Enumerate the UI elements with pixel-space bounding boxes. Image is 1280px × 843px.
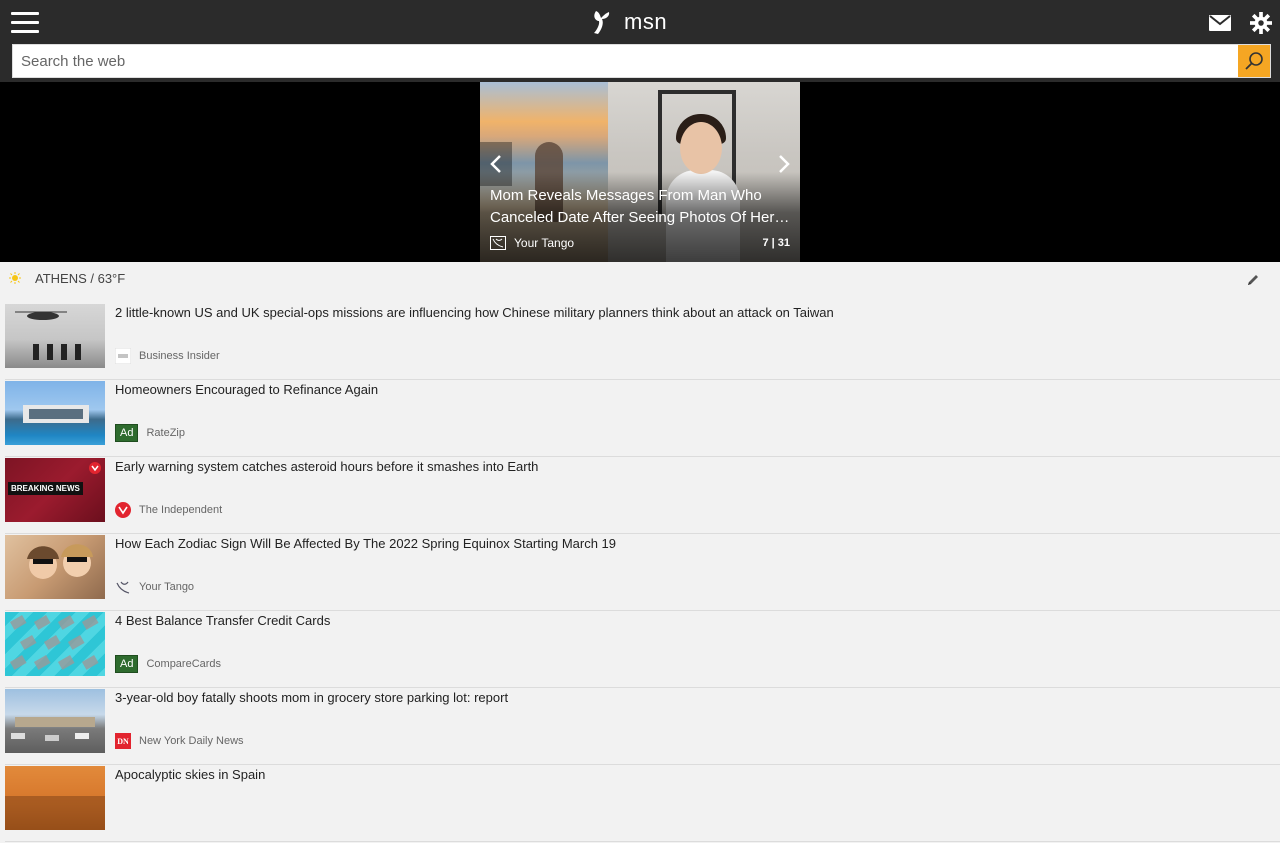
list-item[interactable]: Homeowners Encouraged to Refinance Again… xyxy=(5,381,1280,457)
weather-location-temp[interactable]: ATHENS / 63°F xyxy=(35,271,125,286)
article-source: Business Insider xyxy=(139,350,220,362)
search-icon xyxy=(1245,52,1263,70)
article-meta: The Independent xyxy=(115,502,222,518)
carousel-next-button[interactable] xyxy=(768,142,800,186)
your-tango-logo-icon xyxy=(115,579,131,595)
search-input[interactable] xyxy=(13,45,1239,77)
article-source: CompareCards xyxy=(146,658,222,670)
list-item[interactable]: 3-year-old boy fatally shoots mom in gro… xyxy=(5,689,1280,765)
hero-headline[interactable]: Mom Reveals Messages From Man Who Cancel… xyxy=(490,185,790,229)
article-headline[interactable]: 4 Best Balance Transfer Credit Cards xyxy=(115,613,330,628)
brand-name: msn xyxy=(624,9,668,34)
article-headline[interactable]: 3-year-old boy fatally shoots mom in gro… xyxy=(115,690,508,705)
article-thumbnail xyxy=(5,766,105,830)
search-button[interactable] xyxy=(1238,45,1270,77)
article-headline[interactable]: Apocalyptic skies in Spain xyxy=(115,767,265,782)
list-item[interactable]: How Each Zodiac Sign Will Be Affected By… xyxy=(5,535,1280,611)
hero-source: Your Tango xyxy=(490,236,574,250)
msn-logo-icon xyxy=(594,11,610,34)
hero-story-card[interactable]: Mom Reveals Messages From Man Who Cancel… xyxy=(480,82,800,262)
news-feed: 2 little-known US and UK special-ops mis… xyxy=(5,304,1280,843)
chevron-right-icon xyxy=(779,155,790,173)
list-item[interactable]: BREAKING NEWS Early warning system catch… xyxy=(5,458,1280,534)
mail-icon[interactable] xyxy=(1209,15,1231,31)
your-tango-logo-icon xyxy=(490,236,506,250)
article-thumbnail xyxy=(5,381,105,445)
list-item[interactable]: Apocalyptic skies in Spain xyxy=(5,766,1280,842)
ad-badge: Ad xyxy=(115,655,139,673)
article-source: Your Tango xyxy=(139,581,195,593)
business-insider-logo-icon xyxy=(115,348,131,364)
hero-source-label: Your Tango xyxy=(514,236,575,250)
article-headline[interactable]: Homeowners Encouraged to Refinance Again xyxy=(115,382,378,397)
gear-icon[interactable] xyxy=(1250,12,1272,34)
article-meta: Business Insider xyxy=(115,348,220,364)
ad-badge: Ad xyxy=(115,424,139,442)
article-thumbnail xyxy=(5,304,105,368)
list-item[interactable]: 4 Best Balance Transfer Credit Cards Ad … xyxy=(5,612,1280,688)
chevron-left-icon xyxy=(490,155,501,173)
article-headline[interactable]: Early warning system catches asteroid ho… xyxy=(115,459,538,474)
search-bar xyxy=(12,44,1271,78)
article-source: New York Daily News xyxy=(139,735,244,747)
article-meta: Your Tango xyxy=(115,579,194,595)
article-meta: Ad CompareCards xyxy=(115,655,222,673)
article-thumbnail xyxy=(5,535,105,599)
article-thumbnail xyxy=(5,689,105,753)
thumbnail-caption: BREAKING NEWS xyxy=(8,482,83,495)
edit-pencil-icon[interactable] xyxy=(1246,273,1260,287)
new-york-daily-news-logo-icon: DN xyxy=(115,733,131,749)
hero-carousel: Mom Reveals Messages From Man Who Cancel… xyxy=(0,82,1280,262)
article-meta: DN New York Daily News xyxy=(115,733,244,749)
top-bar: msn xyxy=(0,0,1280,84)
article-headline[interactable]: 2 little-known US and UK special-ops mis… xyxy=(115,305,834,320)
hamburger-menu-icon[interactable] xyxy=(11,12,39,34)
article-headline[interactable]: How Each Zodiac Sign Will Be Affected By… xyxy=(115,536,616,551)
article-thumbnail xyxy=(5,612,105,676)
carousel-counter: 7 | 31 xyxy=(762,237,790,249)
msn-logo[interactable]: msn xyxy=(590,8,667,36)
list-item[interactable]: 2 little-known US and UK special-ops mis… xyxy=(5,304,1280,380)
carousel-prev-button[interactable] xyxy=(480,142,512,186)
weather-bar: ATHENS / 63°F xyxy=(0,262,1280,296)
article-thumbnail: BREAKING NEWS xyxy=(5,458,105,522)
the-independent-logo-icon xyxy=(115,502,131,518)
sun-icon xyxy=(9,272,21,284)
article-meta: Ad RateZip xyxy=(115,424,185,442)
article-source: RateZip xyxy=(146,427,185,439)
article-source: The Independent xyxy=(139,504,223,516)
